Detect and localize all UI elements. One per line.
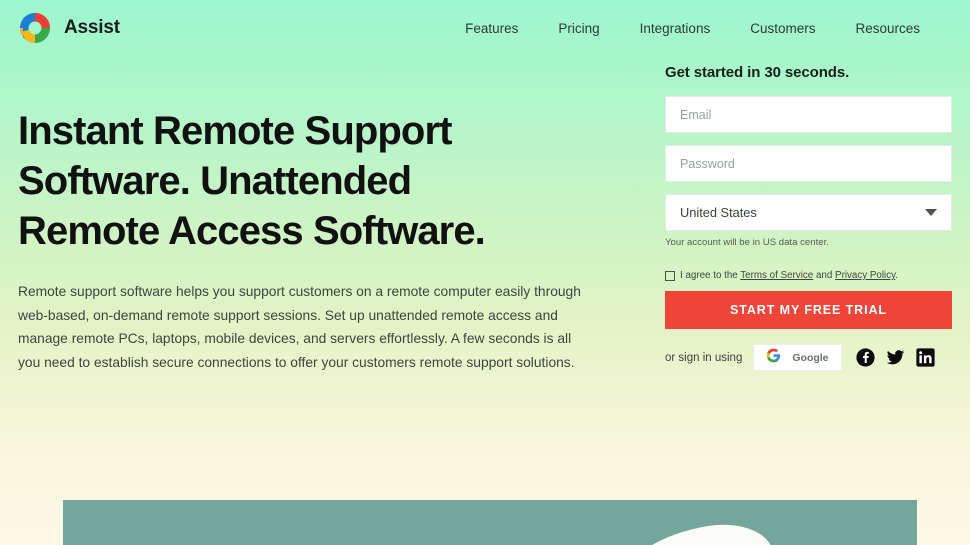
country-select[interactable]: United States <box>665 194 952 231</box>
hero-copy-column: Instant Remote Support Software. Unatten… <box>18 106 618 374</box>
facebook-icon[interactable] <box>855 348 875 367</box>
country-select-value: United States <box>680 205 757 220</box>
nav-item-resources[interactable]: Resources <box>855 21 920 36</box>
nav-item-features[interactable]: Features <box>465 21 518 36</box>
nav-item-integrations[interactable]: Integrations <box>640 21 711 36</box>
terms-text: I agree to the Terms of Service and Priv… <box>680 270 898 281</box>
password-placeholder: Password <box>680 156 735 171</box>
site-header: Assist Features Pricing Integrations Cus… <box>0 0 970 56</box>
social-signin-row: or sign in using Google <box>665 344 952 371</box>
hero-image-subject <box>619 516 777 545</box>
nav-item-pricing[interactable]: Pricing <box>558 21 599 36</box>
brand-name: Assist <box>64 17 120 38</box>
terms-suffix: . <box>895 270 899 281</box>
privacy-policy-link[interactable]: Privacy Policy <box>835 270 895 281</box>
hero-description: Remote support software helps you suppor… <box>18 284 581 370</box>
google-signin-label: Google <box>792 351 829 364</box>
password-field[interactable]: Password <box>665 145 952 182</box>
signup-form: Get started in 30 seconds. Email Passwor… <box>665 64 952 371</box>
terms-prefix: I agree to the <box>680 270 741 281</box>
email-placeholder: Email <box>680 107 712 122</box>
start-free-trial-button[interactable]: START MY FREE TRIAL <box>665 291 952 329</box>
brand-logo[interactable]: Assist <box>18 11 120 45</box>
signup-form-title: Get started in 30 seconds. <box>665 64 850 81</box>
hero-section: Instant Remote Support Software. Unatten… <box>0 56 970 374</box>
chevron-down-icon <box>925 209 937 216</box>
linkedin-icon[interactable] <box>915 348 935 367</box>
page-title: Instant Remote Support Software. Unatten… <box>18 109 486 253</box>
social-signin-label: or sign in using <box>665 351 743 364</box>
terms-conjunction: and <box>813 270 836 281</box>
terms-checkbox[interactable] <box>665 270 675 281</box>
twitter-icon[interactable] <box>886 348 905 367</box>
zoho-circular-logo-icon <box>18 11 52 45</box>
datacenter-note: Your account will be in US data center. <box>665 237 829 248</box>
hero-image-panel <box>63 500 917 545</box>
email-field[interactable]: Email <box>665 96 952 133</box>
nav-item-customers[interactable]: Customers <box>750 21 815 36</box>
terms-agreement-row: I agree to the Terms of Service and Priv… <box>665 270 952 281</box>
social-icon-group <box>855 348 935 367</box>
google-signin-button[interactable]: Google <box>753 344 842 371</box>
terms-of-service-link[interactable]: Terms of Service <box>740 270 813 281</box>
main-navigation: Features Pricing Integrations Customers … <box>465 21 950 36</box>
google-icon <box>766 348 781 368</box>
